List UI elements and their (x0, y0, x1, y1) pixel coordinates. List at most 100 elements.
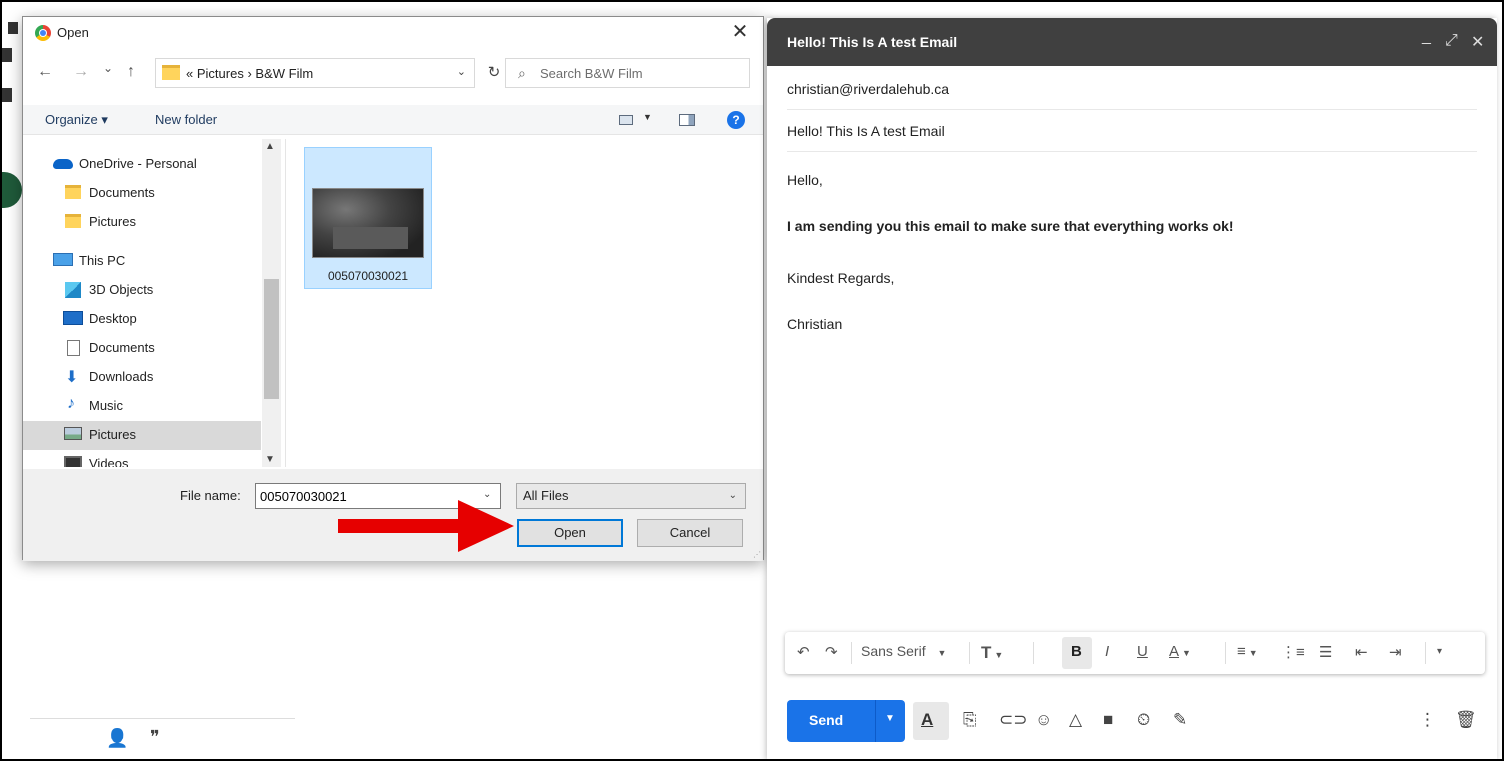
forward-arrow-icon[interactable]: → (73, 63, 89, 81)
recipients-field[interactable]: christian@riverdalehub.ca (787, 68, 1477, 110)
tree-item-pictures[interactable]: Pictures (23, 208, 261, 237)
body-message[interactable]: I am sending you this email to make sure… (787, 218, 1234, 234)
tree-item-this-pc[interactable]: This PC (23, 247, 261, 276)
video-icon (64, 456, 82, 467)
breadcrumb-bw-film[interactable]: B&W Film (255, 66, 313, 81)
expand-icon[interactable]: ⤢ (1445, 32, 1458, 50)
bulleted-list-icon[interactable]: ☰ (1319, 643, 1332, 661)
up-arrow-icon[interactable]: ↑ (127, 63, 135, 81)
refresh-icon[interactable]: ↻ (481, 60, 507, 86)
file-list: 005070030021 (285, 139, 763, 467)
link-icon[interactable]: ⊂⊃ (999, 710, 1028, 730)
send-button[interactable]: Send ▼ (787, 700, 905, 742)
scroll-up-icon[interactable]: ▲ (265, 141, 275, 152)
close-icon[interactable]: ✕ (1471, 32, 1484, 52)
chevron-down-icon: ▼ (994, 650, 1004, 660)
breadcrumb-pictures[interactable]: Pictures (197, 66, 244, 81)
chevron-down-icon: ▼ (1182, 648, 1191, 658)
tree-item-label: 3D Objects (89, 282, 154, 297)
tree-item-onedrive[interactable]: OneDrive - Personal (23, 150, 261, 179)
tree-item-downloads[interactable]: ⬇ Downloads (23, 363, 261, 392)
recent-locations-icon[interactable]: ⌄ (103, 61, 113, 75)
computer-icon (53, 253, 73, 266)
tree-item-desktop[interactable]: Desktop (23, 305, 261, 334)
tree-item-3d-objects[interactable]: 3D Objects (23, 276, 261, 305)
navigation-scrollbar[interactable]: ▲ ▼ (262, 139, 281, 467)
tree-item-pictures-pc[interactable]: Pictures (23, 421, 261, 450)
attach-icon[interactable]: ⎘ (963, 710, 977, 730)
toolbar-divider (1033, 642, 1034, 664)
drive-icon[interactable]: △ (1069, 710, 1082, 730)
tree-item-music[interactable]: ♪ Music (23, 392, 261, 421)
bold-icon[interactable]: B (1071, 643, 1082, 660)
tree-item-videos[interactable]: Videos (23, 450, 261, 467)
indent-less-icon[interactable]: ⇤ (1355, 643, 1368, 661)
text-color-icon[interactable]: A ▼ (1169, 643, 1191, 660)
preview-pane-icon[interactable] (679, 114, 695, 126)
view-options-icon[interactable] (619, 115, 633, 125)
format-text-icon[interactable]: A (921, 710, 933, 730)
trash-icon[interactable]: 🗑 (1455, 710, 1477, 730)
toolbar-divider (851, 642, 852, 664)
tree-item-label: Videos (89, 456, 129, 467)
organize-button[interactable]: Organize ▾ (45, 112, 108, 128)
font-select[interactable]: Sans Serif ▼ (861, 643, 946, 659)
new-folder-button[interactable]: New folder (155, 112, 217, 127)
back-arrow-icon[interactable]: ← (37, 63, 53, 81)
undo-icon[interactable]: ↶ (797, 643, 810, 661)
download-icon: ⬇ (65, 369, 79, 386)
resize-grip-icon[interactable]: ⋰ (753, 550, 761, 559)
send-options-icon[interactable]: ▼ (885, 713, 895, 724)
cancel-button[interactable]: Cancel (637, 519, 743, 547)
align-glyph: ≡ (1237, 643, 1246, 660)
background-avatar-fragment (2, 172, 22, 208)
chevron-down-icon[interactable]: ▼ (643, 112, 652, 122)
file-open-dialog: Open ✕ ← → ⌄ ↑ « Pictures › B&W Film ⌄ ↻… (22, 16, 764, 561)
numbered-list-icon[interactable]: ⋮≡ (1281, 643, 1305, 661)
toolbar-divider (1225, 642, 1226, 664)
more-options-icon[interactable]: ⋮ (1419, 710, 1436, 730)
cube-icon (65, 282, 81, 298)
emoji-icon[interactable]: ☺ (1035, 710, 1052, 730)
search-icon: ⌕ (518, 65, 526, 81)
indent-more-icon[interactable]: ⇥ (1389, 643, 1402, 661)
path-overflow[interactable]: « (186, 66, 193, 81)
picture-icon (64, 427, 82, 440)
music-icon: ♪ (67, 395, 75, 412)
tree-item-documents-pc[interactable]: Documents (23, 334, 261, 363)
help-icon[interactable]: ? (727, 111, 745, 129)
close-icon[interactable]: ✕ (725, 19, 755, 47)
tree-item-documents[interactable]: Documents (23, 179, 261, 208)
scroll-down-icon[interactable]: ▼ (265, 454, 275, 465)
hangouts-icon[interactable]: ❞ (150, 727, 160, 748)
align-icon[interactable]: ≡ ▼ (1237, 643, 1258, 660)
photo-icon[interactable]: ■ (1103, 710, 1113, 730)
italic-icon[interactable]: I (1105, 643, 1109, 660)
chevron-down-icon[interactable]: ⌄ (483, 489, 491, 500)
redo-icon[interactable]: ↷ (825, 643, 838, 661)
background-page-fragment (2, 48, 12, 62)
person-icon[interactable]: 👤 (106, 728, 128, 749)
file-type-select[interactable]: All Files ⌄ (516, 483, 746, 509)
more-formatting-icon[interactable]: ▾ (1437, 646, 1442, 657)
chevron-down-icon[interactable]: ⌄ (457, 65, 466, 78)
search-input[interactable]: ⌕ Search B&W Film (505, 58, 750, 88)
minimize-icon[interactable]: _ (1422, 28, 1431, 46)
scrollbar-thumb[interactable] (264, 279, 279, 399)
search-placeholder: Search B&W Film (540, 66, 643, 81)
subject-field[interactable]: Hello! This Is A test Email (787, 110, 1477, 152)
open-button[interactable]: Open (517, 519, 623, 547)
file-item[interactable]: 005070030021 (304, 147, 432, 289)
chevron-down-icon: ▼ (937, 648, 947, 658)
body-greeting[interactable]: Hello, (787, 172, 823, 188)
underline-icon[interactable]: U (1137, 643, 1148, 660)
toolbar-divider (969, 642, 970, 664)
signature-icon[interactable]: ✎ (1173, 710, 1187, 730)
body-signature[interactable]: Christian (787, 316, 842, 332)
dialog-title: Open (57, 25, 89, 40)
address-bar[interactable]: « Pictures › B&W Film ⌄ (155, 58, 475, 88)
body-closing[interactable]: Kindest Regards, (787, 270, 894, 286)
text-color-glyph: A (1169, 643, 1180, 660)
confidential-icon[interactable]: ⏲ (1137, 710, 1150, 730)
text-size-icon[interactable]: T ▼ (981, 643, 1003, 663)
